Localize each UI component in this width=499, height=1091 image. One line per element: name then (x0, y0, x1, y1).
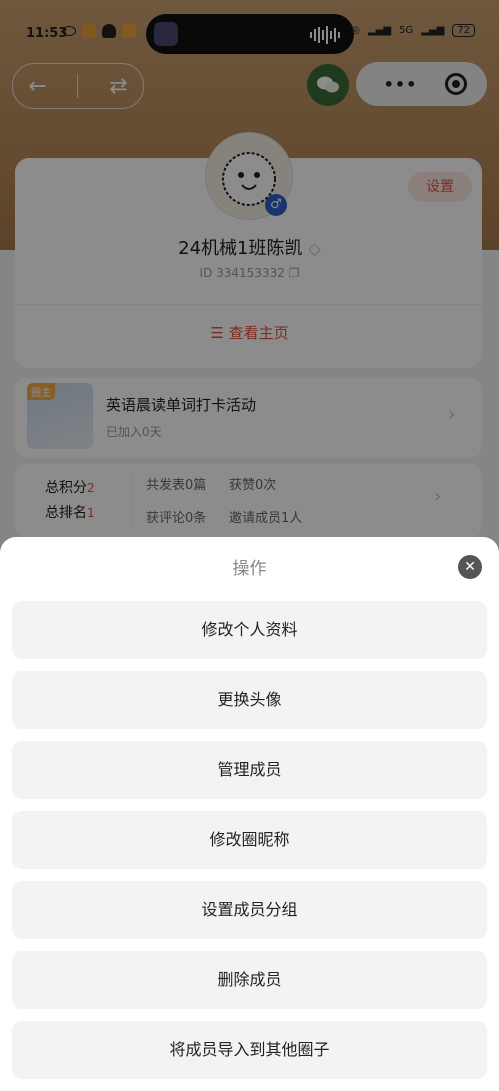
action-sheet: 操作 ✕ 修改个人资料 更换头像 管理成员 修改圈昵称 设置成员分组 删除成员 … (0, 537, 499, 1091)
delete-member-button[interactable]: 删除成员 (12, 951, 487, 1009)
set-member-group-button[interactable]: 设置成员分组 (12, 881, 487, 939)
close-icon[interactable]: ✕ (458, 555, 482, 579)
change-avatar-button[interactable]: 更换头像 (12, 671, 487, 729)
manage-members-button[interactable]: 管理成员 (12, 741, 487, 799)
page-root: 11:53 ◎ ▂▄▆ 5G ▂▄▆ 72 ← ⇄ ••• ♂ 设置 24机械1… (0, 0, 499, 1091)
edit-circle-nickname-button[interactable]: 修改圈昵称 (12, 811, 487, 869)
sheet-title: 操作 (232, 559, 267, 579)
edit-profile-button[interactable]: 修改个人资料 (12, 601, 487, 659)
import-member-button[interactable]: 将成员导入到其他圈子 (12, 1021, 487, 1079)
